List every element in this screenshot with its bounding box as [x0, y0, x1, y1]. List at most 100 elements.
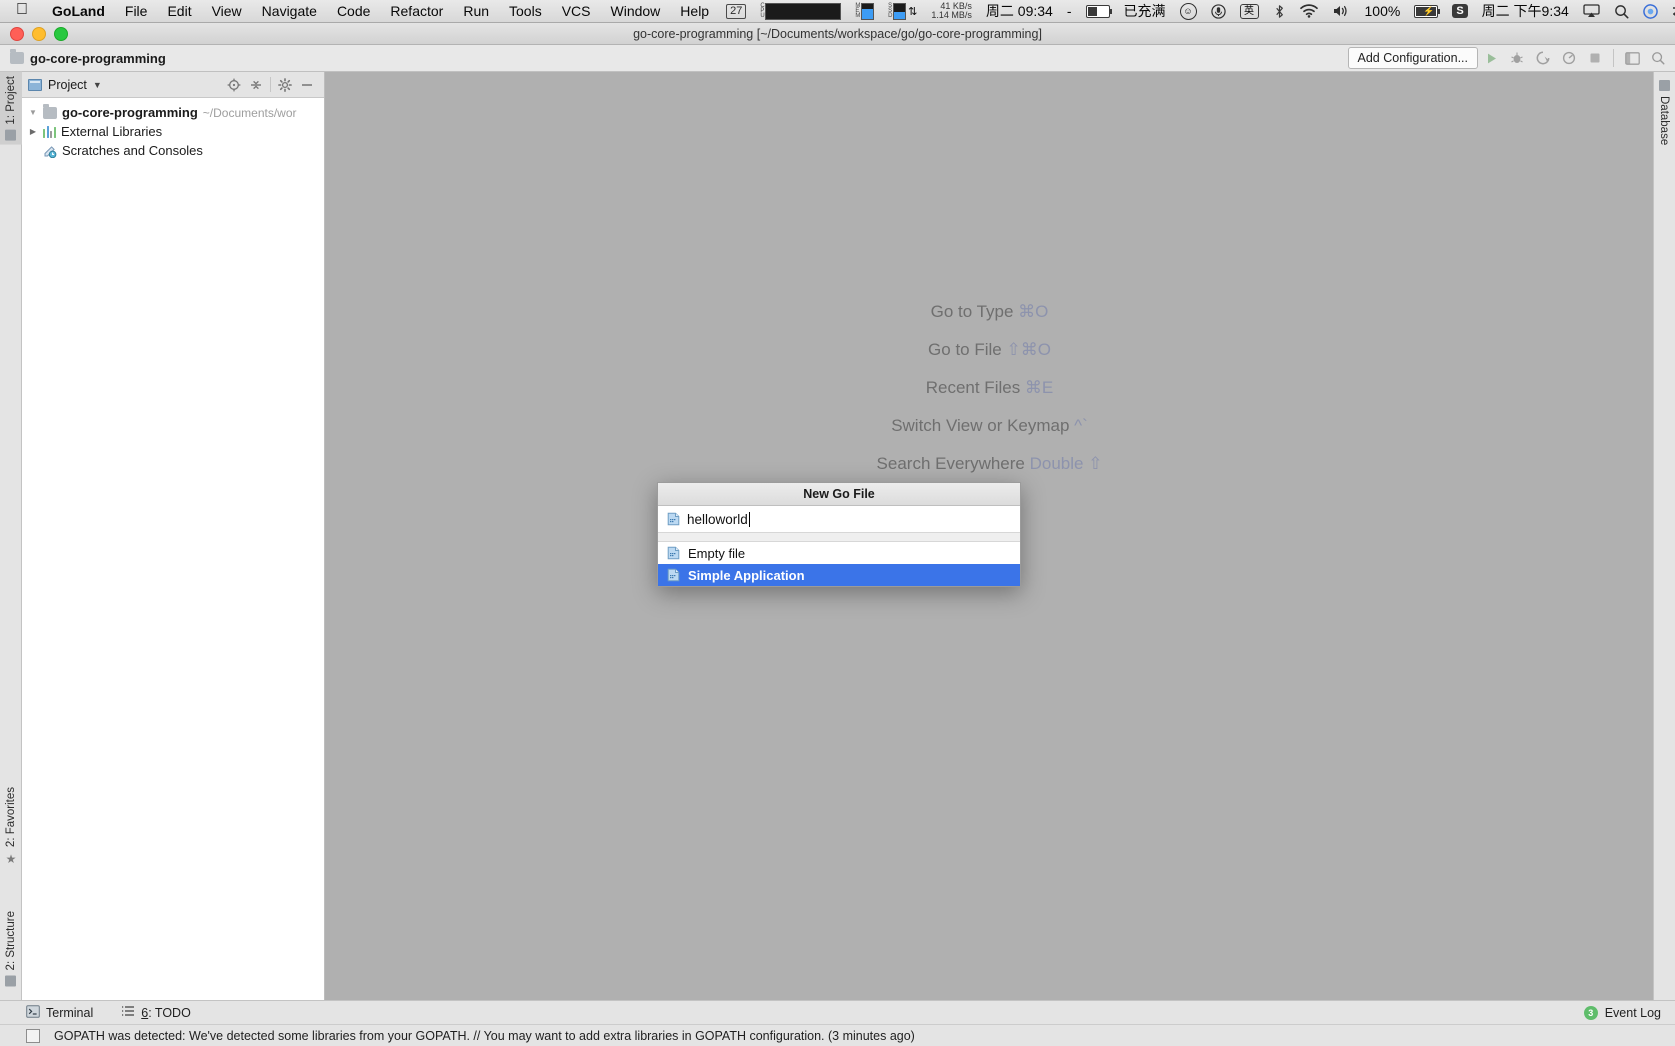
menu-item-run[interactable]: Run: [453, 3, 499, 19]
sidebar-item-database-tab[interactable]: Database: [1653, 76, 1675, 149]
bottom-item-todo[interactable]: 6: TODO: [107, 1005, 205, 1020]
menu-item-edit[interactable]: Edit: [157, 3, 201, 19]
hint-shortcut: Double ⇧: [1029, 454, 1103, 473]
profile-icon[interactable]: [1556, 47, 1582, 69]
ide-navigation-bar: go-core-programming Add Configuration...: [0, 45, 1675, 72]
tree-node-label: Scratches and Consoles: [62, 143, 203, 158]
event-log-area[interactable]: 3 Event Log: [1583, 1005, 1675, 1020]
run-icon[interactable]: [1478, 47, 1504, 69]
cpu-monitor[interactable]: CPU: [753, 2, 848, 20]
cpu-label: CPU: [760, 3, 764, 19]
breadcrumb[interactable]: go-core-programming: [0, 49, 166, 66]
menu-item-help[interactable]: Help: [670, 3, 719, 19]
tree-node-label: go-core-programming: [62, 105, 198, 120]
hint-shortcut: ^`: [1074, 416, 1088, 435]
volume-icon[interactable]: [1325, 4, 1358, 18]
counter-badge[interactable]: 27: [719, 3, 753, 19]
hint-label: Go to File: [928, 340, 1007, 359]
battery-percent-label[interactable]: 100%: [1358, 3, 1408, 19]
network-arrows-icon: ⇅: [908, 5, 917, 18]
scratches-icon: [43, 144, 57, 158]
wifi-icon[interactable]: [1293, 4, 1325, 18]
memory-monitor[interactable]: MEM: [848, 2, 881, 20]
project-icon: [5, 129, 17, 141]
event-log-badge: 3: [1583, 1005, 1598, 1020]
bottom-item-label: 6: TODO: [141, 1006, 191, 1020]
memory-bar-icon: [861, 2, 875, 20]
menu-bar-clock[interactable]: 周二 下午9:34: [1475, 1, 1576, 21]
status-bar-indicator-icon[interactable]: [26, 1028, 40, 1043]
todo-label: : TODO: [148, 1005, 191, 1020]
menu-item-file[interactable]: File: [115, 3, 158, 19]
tree-node-label: External Libraries: [61, 124, 163, 139]
microphone-icon[interactable]: [1204, 3, 1233, 19]
template-option-empty-file[interactable]: Empty file: [658, 542, 1020, 564]
menu-item-refactor[interactable]: Refactor: [380, 3, 453, 19]
run-with-coverage-icon[interactable]: [1530, 47, 1556, 69]
left-tab-label: 2: Structure: [5, 910, 17, 970]
cpu-graph-icon: [765, 2, 842, 20]
tree-node-scratches[interactable]: Scratches and Consoles: [22, 141, 324, 160]
siri-icon[interactable]: [1636, 3, 1665, 19]
hint-row: Switch View or Keymap ^`: [780, 416, 1200, 436]
status-bar-message: GOPATH was detected: We've detected some…: [54, 1028, 915, 1043]
ssd-monitor[interactable]: SSD ⇅: [881, 2, 924, 20]
menu-item-vcs[interactable]: VCS: [552, 3, 601, 19]
add-configuration-button[interactable]: Add Configuration...: [1347, 47, 1478, 69]
search-everywhere-icon[interactable]: [1645, 47, 1671, 69]
stop-icon[interactable]: [1582, 47, 1608, 69]
control-center-icon[interactable]: [1665, 4, 1675, 18]
sidebar-item-favorites-tab[interactable]: ★ 2: Favorites: [0, 783, 22, 870]
apple-logo-icon[interactable]: : [0, 2, 42, 18]
left-tab-label: 1: Project: [5, 76, 17, 125]
menu-item-navigate[interactable]: Navigate: [252, 3, 327, 19]
sogou-input-icon[interactable]: S: [1445, 4, 1474, 18]
debug-icon[interactable]: [1504, 47, 1530, 69]
ssd-label: SSD: [888, 3, 892, 19]
network-speed[interactable]: 41 KB/s 1.14 MB/s: [924, 2, 979, 20]
hint-label: Recent Files: [925, 378, 1025, 397]
collapse-all-icon[interactable]: [245, 74, 267, 96]
input-method-icon[interactable]: 英: [1233, 3, 1266, 19]
file-name-input[interactable]: helloworld: [658, 506, 1020, 533]
hint-label: Search Everywhere: [876, 454, 1030, 473]
locate-icon[interactable]: [223, 74, 245, 96]
todo-icon: [121, 1005, 135, 1020]
spotlight-search-icon[interactable]: [1607, 4, 1636, 19]
chevron-down-icon[interactable]: ▼: [93, 80, 102, 90]
battery-charging-icon[interactable]: ⚡: [1407, 4, 1445, 18]
hide-icon[interactable]: [296, 74, 318, 96]
menu-item-tools[interactable]: Tools: [499, 3, 552, 19]
airplay-icon[interactable]: [1576, 4, 1607, 18]
sidebar-item-project-tab[interactable]: 1: Project: [0, 72, 22, 145]
hint-shortcut: ⇧⌘O: [1006, 340, 1051, 359]
dialog-title: New Go File: [658, 483, 1020, 506]
hint-row: Search Everywhere Double ⇧: [780, 454, 1200, 474]
chevron-down-icon[interactable]: ▼: [28, 108, 38, 117]
run-toolbar: Add Configuration...: [1347, 47, 1675, 69]
sidebar-item-structure-tab[interactable]: 2: Structure: [0, 907, 22, 990]
separator-dash: -: [1060, 3, 1079, 19]
bluetooth-icon[interactable]: [1266, 4, 1293, 19]
window-title: go-core-programming [~/Documents/workspa…: [633, 26, 1042, 41]
tree-node-external-libraries[interactable]: ▶ External Libraries: [22, 122, 324, 141]
date-time-extra[interactable]: 周二 09:34: [979, 1, 1060, 21]
smiley-icon[interactable]: ☺: [1173, 2, 1204, 20]
battery-status-label[interactable]: 已充满: [1117, 1, 1173, 21]
template-option-simple-application[interactable]: Simple Application: [658, 564, 1020, 586]
tree-node-project-root[interactable]: ▼ go-core-programming ~/Documents/wor: [22, 103, 324, 122]
menu-item-view[interactable]: View: [202, 3, 252, 19]
menu-item-code[interactable]: Code: [327, 3, 380, 19]
battery-pill-icon[interactable]: [1079, 4, 1117, 18]
chevron-right-icon[interactable]: ▶: [28, 127, 38, 136]
menu-item-goland[interactable]: GoLand: [42, 3, 115, 19]
net-upload-speed: 1.14 MB/s: [919, 10, 972, 20]
bottom-item-terminal[interactable]: Terminal: [0, 1004, 107, 1021]
menu-item-window[interactable]: Window: [601, 3, 671, 19]
gear-icon[interactable]: [274, 74, 296, 96]
project-panel-toolbar: [223, 74, 318, 96]
template-option-label: Simple Application: [688, 567, 805, 583]
new-go-file-dialog[interactable]: New Go File helloworld Empty file Simple…: [657, 482, 1021, 587]
restore-layout-icon[interactable]: [1619, 47, 1645, 69]
toolbar-divider: [1613, 49, 1614, 67]
